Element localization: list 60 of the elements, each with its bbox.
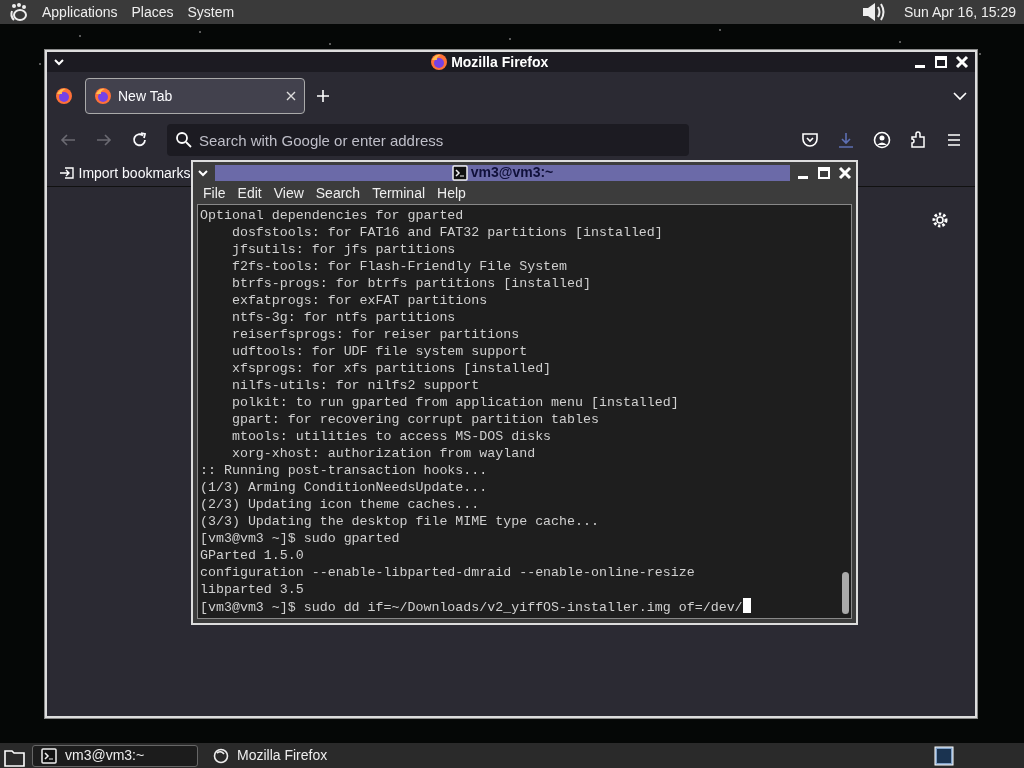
pocket-icon[interactable] — [801, 131, 819, 149]
bookmark-item[interactable]: Import bookmarks — [59, 162, 191, 184]
maximize-icon[interactable] — [817, 165, 831, 180]
terminal-line: gpart: for recovering corrupt partition tables — [230, 411, 599, 428]
terminal-line: xorg-xhost: authorization from wayland — [230, 445, 536, 462]
download-icon[interactable] — [837, 131, 855, 149]
terminal-icon — [451, 164, 468, 181]
terminal-line: exfatprogs: for exFAT partitions — [230, 292, 488, 309]
panel-menu[interactable]: Applications — [42, 1, 118, 23]
terminal-line: dosfstools: for FAT16 and FAT32 partitions [installed] — [230, 224, 663, 241]
menu-item[interactable]: Help — [431, 183, 472, 204]
terminal-line: libparted 3.5 — [200, 581, 304, 598]
address-field[interactable]: Search with Google or enter address — [167, 124, 689, 156]
terminal-line: nilfs-utils: for nilfs2 support — [230, 377, 480, 394]
account-icon[interactable] — [873, 131, 891, 149]
chevron-down-icon[interactable] — [53, 56, 65, 68]
terminal-line: :: Running post-transaction hooks... — [200, 462, 488, 479]
terminal-line: ntfs-3g: for ntfs partitions — [230, 309, 456, 326]
menu-item[interactable]: File — [197, 183, 232, 204]
puzzle-icon[interactable] — [909, 131, 927, 149]
cursor — [742, 598, 751, 613]
terminal-line: (1/3) Arming ConditionNeedsUpdate... — [200, 479, 488, 496]
menu-item[interactable]: Search — [309, 183, 367, 204]
panel-menu[interactable]: Places — [131, 1, 174, 23]
menu-item[interactable]: Terminal — [366, 183, 432, 204]
terminal-line: reiserfsprogs: for reiser partitions — [230, 326, 520, 343]
scrollbar-thumb[interactable] — [842, 572, 849, 614]
menu-item[interactable]: View — [267, 183, 310, 204]
terminal-line: (2/3) Updating icon theme caches... — [200, 496, 480, 513]
terminal-line: polkit: to run gparted from application menu [installed] — [230, 394, 679, 411]
import-icon — [59, 165, 75, 181]
workspace-icon[interactable] — [934, 745, 954, 766]
terminal-line: Optional dependencies for gparted — [200, 207, 464, 224]
browser-tab[interactable]: New Tab — [85, 78, 305, 114]
clock[interactable]: Sun Apr 16, 15:29 — [903, 1, 1016, 23]
terminal-line: udftools: for UDF file system support — [230, 343, 528, 360]
terminal-line: btrfs-progs: for btrfs partitions [installed] — [230, 275, 591, 292]
terminal-line: xfsprogs: for xfs partitions [installed] — [230, 360, 552, 377]
terminal-line: (3/3) Updating the desktop file MIME type cache... — [200, 513, 599, 530]
terminal-line: configuration --enable-libparted-dmraid --enable-online-resize — [200, 564, 695, 581]
terminal-line: [vm3@vm3 ~]$ sudo gparted — [200, 530, 400, 547]
taskbar-item[interactable]: vm3@vm3:~ — [32, 744, 198, 767]
foot-icon[interactable] — [8, 2, 28, 22]
terminal-line: [vm3@vm3 ~]$ sudo dd if=~/Downloads/v2_yiffOS-installer.img of=/dev/ — [200, 598, 751, 616]
taskbar-item[interactable]: Mozilla Firefox — [204, 744, 370, 767]
maximize-icon[interactable] — [934, 55, 948, 69]
window-title: Mozilla Firefox — [451, 52, 549, 72]
menu-icon[interactable] — [945, 131, 963, 149]
panel-menu[interactable]: System — [187, 1, 235, 23]
settings-icon[interactable] — [931, 211, 949, 229]
menu-item[interactable]: Edit — [231, 183, 268, 204]
reload-icon[interactable] — [131, 131, 149, 149]
terminal-line: jfsutils: for jfs partitions — [230, 241, 456, 258]
terminal-line: f2fs-tools: for Flash-Friendly File System — [230, 258, 568, 275]
window-title: vm3@vm3:~ — [470, 163, 554, 182]
terminal-line: GParted 1.5.0 — [200, 547, 304, 564]
close-icon[interactable] — [286, 91, 296, 101]
plus-icon[interactable] — [315, 88, 331, 104]
terminal-icon — [41, 747, 57, 764]
terminal-line: mtools: utilities to access MS-DOS disks — [230, 428, 552, 445]
